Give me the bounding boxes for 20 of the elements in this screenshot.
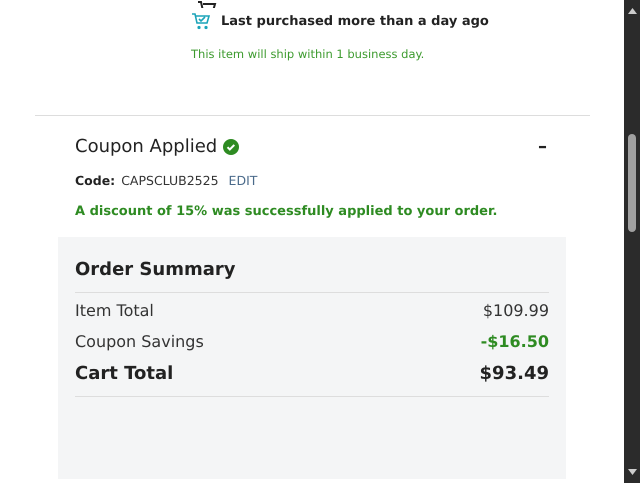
summary-value: -$16.50 <box>480 332 549 351</box>
summary-label: Coupon Savings <box>75 332 204 351</box>
summary-title: Order Summary <box>75 259 236 280</box>
code-label: Code: <box>75 173 116 188</box>
shipping-note: This item will ship within 1 business day. <box>190 47 426 61</box>
edit-link[interactable]: EDIT <box>228 173 258 188</box>
summary-label: Cart Total <box>75 363 174 384</box>
collapse-button[interactable]: – <box>538 136 547 157</box>
coupon-title: Coupon Applied <box>75 136 218 157</box>
purchase-note: Last purchased more than a day ago <box>221 14 489 29</box>
coupon-code: CAPSCLUB2525 <box>121 173 219 188</box>
scrollbar-thumb[interactable] <box>628 134 636 232</box>
summary-label: Item Total <box>75 301 154 320</box>
scrollbar[interactable] <box>624 0 640 483</box>
scroll-down-icon[interactable] <box>628 469 636 475</box>
scroll-up-icon[interactable] <box>628 8 636 14</box>
summary-value: $109.99 <box>482 301 549 320</box>
cart-check-icon <box>191 12 211 31</box>
summary-value: $93.49 <box>480 363 549 384</box>
discount-message: A discount of 15% was successfully applied to your order. <box>75 204 498 219</box>
